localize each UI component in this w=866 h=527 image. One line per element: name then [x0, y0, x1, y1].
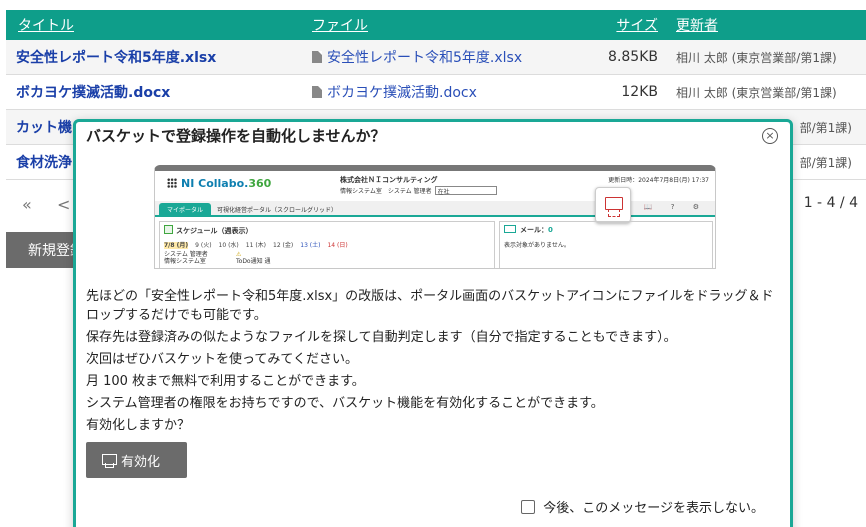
calendar-icon [164, 225, 173, 234]
preview-mail-label: メール： [520, 226, 548, 234]
preview-day: 14 (日) [327, 242, 348, 249]
message-line: 保存先は登録済みの似たようなファイルを探して自動判定します（自分で指定することも… [86, 330, 677, 345]
col-file-header[interactable]: ファイル [302, 15, 574, 35]
preview-status-select: 在社 [434, 186, 497, 196]
preview-mail-count: 0 [548, 226, 553, 234]
preview-schedule-title: スケジュール（週表示） [164, 225, 253, 236]
preview-logo: NI Collabo.360 [167, 177, 271, 190]
dialog-title: バスケットで登録操作を自動化しませんか？ [86, 127, 386, 145]
preview-company: 株式会社ＮＩコンサルティング [340, 176, 438, 184]
preview-user: システム 管理者 情報システム室 [164, 251, 208, 265]
preview-schedule-panel: スケジュール（週表示） 7/8 (月) 9 (火) 10 (水) 11 (木) 12 (… [159, 221, 495, 268]
message-line: 有効化しますか？ [86, 418, 191, 433]
preview-dept: 情報システム室 システム 管理者 在社 [340, 186, 497, 196]
preview-day: 13 (土) [300, 242, 321, 249]
mail-icon [504, 225, 516, 233]
preview-tab-myportal: マイポータル [159, 203, 212, 217]
message-line: システム管理者の権限をお持ちですので、バスケット機能を有効化することができます。 [86, 396, 604, 411]
row-title-link[interactable]: ボカヨケ撲滅活動.docx [6, 82, 302, 102]
pager-prev-button[interactable]: < [57, 195, 70, 214]
message-line: 次回はぜひバスケットを使ってみてください。 [86, 352, 358, 367]
close-icon[interactable]: × [762, 128, 778, 144]
preview-day: 10 (水) [218, 242, 239, 249]
row-file-name: 安全性レポート令和5年度.xlsx [327, 50, 523, 66]
preview-mail-empty: 表示対象がありません。 [504, 242, 570, 249]
preview-tab-visual: 可視化経営ポータル（スクロールグリッド） [217, 207, 338, 214]
col-title-header[interactable]: タイトル [6, 15, 302, 35]
preview-mail-title: メール：0 [504, 225, 553, 235]
preview-user-name: システム 管理者 [164, 251, 208, 258]
preview-week-days: 7/8 (月) 9 (火) 10 (水) 11 (木) 12 (金) 13 (土) 14 (… [164, 240, 355, 249]
table-header: タイトル ファイル サイズ 更新者 [6, 10, 866, 40]
row-file-name: ボカヨケ撲滅活動.docx [327, 85, 477, 101]
page: タイトル ファイル サイズ 更新者 安全性レポート令和5年度.xlsx 安全性レ… [0, 0, 866, 527]
preview-todo: ⚠ ToDo通知 通 [236, 251, 271, 265]
message-line: 月 100 枚まで無料で利用することができます。 [86, 374, 365, 389]
preview-day: 9 (火) [195, 242, 212, 249]
dont-show-label: 今後、このメッセージを表示しない。 [543, 501, 764, 516]
table-row: ボカヨケ撲滅活動.docx ボカヨケ撲滅活動.docx 12KB 相川 太郎 (… [6, 75, 866, 110]
file-icon [312, 86, 322, 98]
enable-button[interactable]: 有効化 [86, 442, 187, 478]
basket-suggestion-dialog: バスケットで登録操作を自動化しませんか？ × NI Collabo.360 株式… [73, 119, 793, 527]
preview-day: 7/8 (月) [164, 242, 189, 249]
preview-tabs: マイポータル 可視化経営ポータル（スクロールグリッド） [155, 201, 715, 217]
preview-logo-number: 360 [248, 177, 272, 190]
preview-user-dept: 情報システム室 [164, 258, 206, 265]
table-row: 安全性レポート令和5年度.xlsx 安全性レポート令和5年度.xlsx 8.85… [6, 40, 866, 75]
preview-toolbar: 📖 ? ⚙ [643, 203, 707, 211]
row-file-link[interactable]: 安全性レポート令和5年度.xlsx [302, 47, 574, 67]
pager-first-button[interactable]: « [22, 195, 32, 214]
dialog-message: 先ほどの「安全性レポート令和5年度.xlsx」の改版は、ポータル画面のバスケット… [86, 287, 786, 438]
preview-mail-panel: メール：0 表示対象がありません。 [499, 221, 713, 268]
row-size: 12KB [621, 84, 658, 100]
preview-header: NI Collabo.360 株式会社ＮＩコンサルティング 情報システム室 シス… [155, 171, 715, 199]
enable-button-label: 有効化 [121, 454, 161, 470]
preview-date: 更新日時：2024年7月8日(月) 17:37 [608, 177, 709, 184]
preview-schedule-label: スケジュール（週表示） [176, 227, 253, 235]
app-grid-icon [167, 178, 177, 188]
preview-logo-text: NI Collabo [181, 177, 245, 190]
row-title-link[interactable]: 安全性レポート令和5年度.xlsx [6, 47, 302, 67]
preview-todo-text: ToDo通知 通 [236, 258, 271, 265]
basket-icon [102, 453, 117, 468]
warning-icon: ⚠ [236, 251, 242, 258]
basket-icon [595, 187, 631, 223]
dont-show-again[interactable]: 今後、このメッセージを表示しない。 [521, 497, 764, 516]
row-size: 8.85KB [608, 49, 658, 65]
file-icon [312, 51, 322, 63]
col-updater-header[interactable]: 更新者 [670, 15, 866, 35]
pager-count: 1 - 4 / 4 [803, 195, 858, 211]
row-updater: 相川 太郎 (東京営業部/第1課) [676, 85, 837, 100]
row-updater: 相川 太郎 (東京営業部/第1課) [676, 50, 837, 65]
preview-day: 11 (木) [245, 242, 267, 249]
col-size-header[interactable]: サイズ [574, 15, 670, 35]
portal-preview-image: NI Collabo.360 株式会社ＮＩコンサルティング 情報システム室 シス… [154, 165, 716, 269]
row-file-link[interactable]: ボカヨケ撲滅活動.docx [302, 82, 574, 102]
preview-dept-text: 情報システム室 システム 管理者 [340, 188, 432, 195]
preview-day: 12 (金) [273, 242, 294, 249]
dont-show-checkbox[interactable] [521, 499, 536, 514]
message-line: 先ほどの「安全性レポート令和5年度.xlsx」の改版は、ポータル画面のバスケット… [86, 289, 774, 323]
